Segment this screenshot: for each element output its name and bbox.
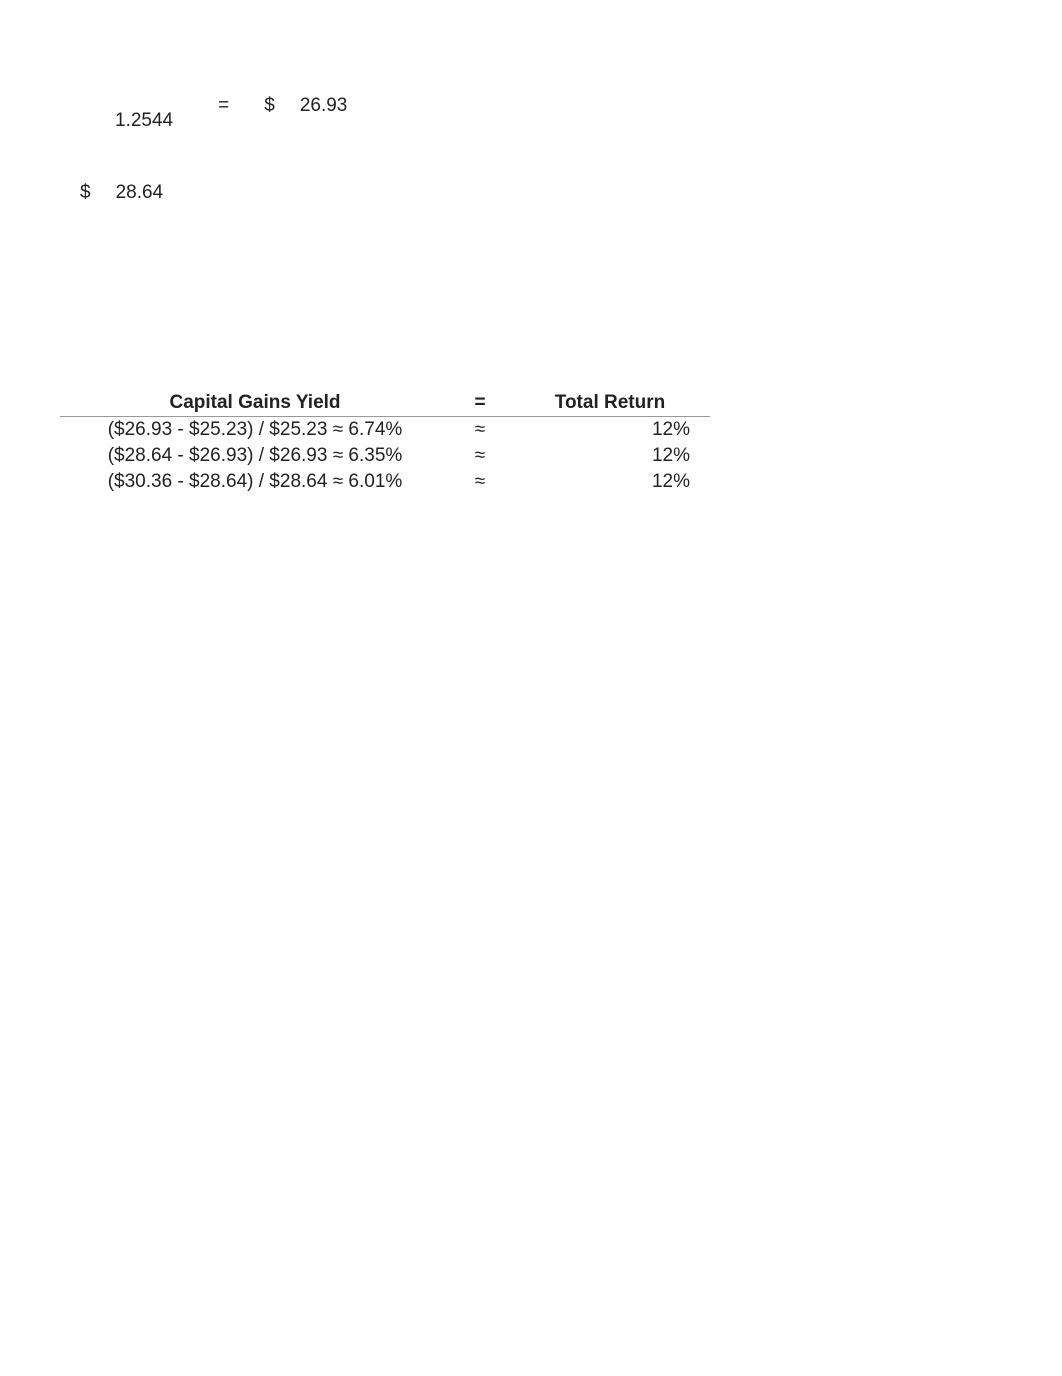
- result-amount-1: 26.93: [300, 95, 348, 117]
- calc-line-1: 1.2544 = $ 26.93: [80, 95, 400, 132]
- currency-symbol: $: [80, 182, 91, 204]
- yield-table: Capital Gains Yield = Total Return ($26.…: [60, 392, 710, 495]
- result-amount-2: 28.64: [116, 182, 164, 204]
- total-return-value: 12%: [510, 445, 710, 467]
- table-row: ($30.36 - $28.64) / $28.64 ≈ 6.01% ≈ 12%: [60, 469, 710, 495]
- currency-symbol: $: [264, 95, 275, 117]
- cgy-calc: ($28.64 - $26.93) / $26.93 ≈ 6.35%: [60, 445, 450, 467]
- equals-sign: =: [218, 95, 229, 117]
- header-total-return: Total Return: [510, 392, 710, 414]
- header-capital-gains: Capital Gains Yield: [60, 392, 450, 414]
- header-equals: =: [450, 392, 510, 414]
- table-row: ($26.93 - $25.23) / $25.23 ≈ 6.74% ≈ 12%: [60, 417, 710, 443]
- cgy-calc: ($26.93 - $25.23) / $25.23 ≈ 6.74%: [60, 419, 450, 441]
- approx-sign: ≈: [450, 445, 510, 467]
- approx-sign: ≈: [450, 419, 510, 441]
- table-row: ($28.64 - $26.93) / $26.93 ≈ 6.35% ≈ 12%: [60, 443, 710, 469]
- divisor-value: 1.2544: [115, 110, 173, 132]
- total-return-value: 12%: [510, 471, 710, 493]
- calculation-block: 1.2544 = $ 26.93 $ 28.64: [80, 95, 400, 204]
- calc-line-2: $ 28.64: [80, 182, 400, 204]
- cgy-calc: ($30.36 - $28.64) / $28.64 ≈ 6.01%: [60, 471, 450, 493]
- table-header-row: Capital Gains Yield = Total Return: [60, 392, 710, 417]
- total-return-value: 12%: [510, 419, 710, 441]
- approx-sign: ≈: [450, 471, 510, 493]
